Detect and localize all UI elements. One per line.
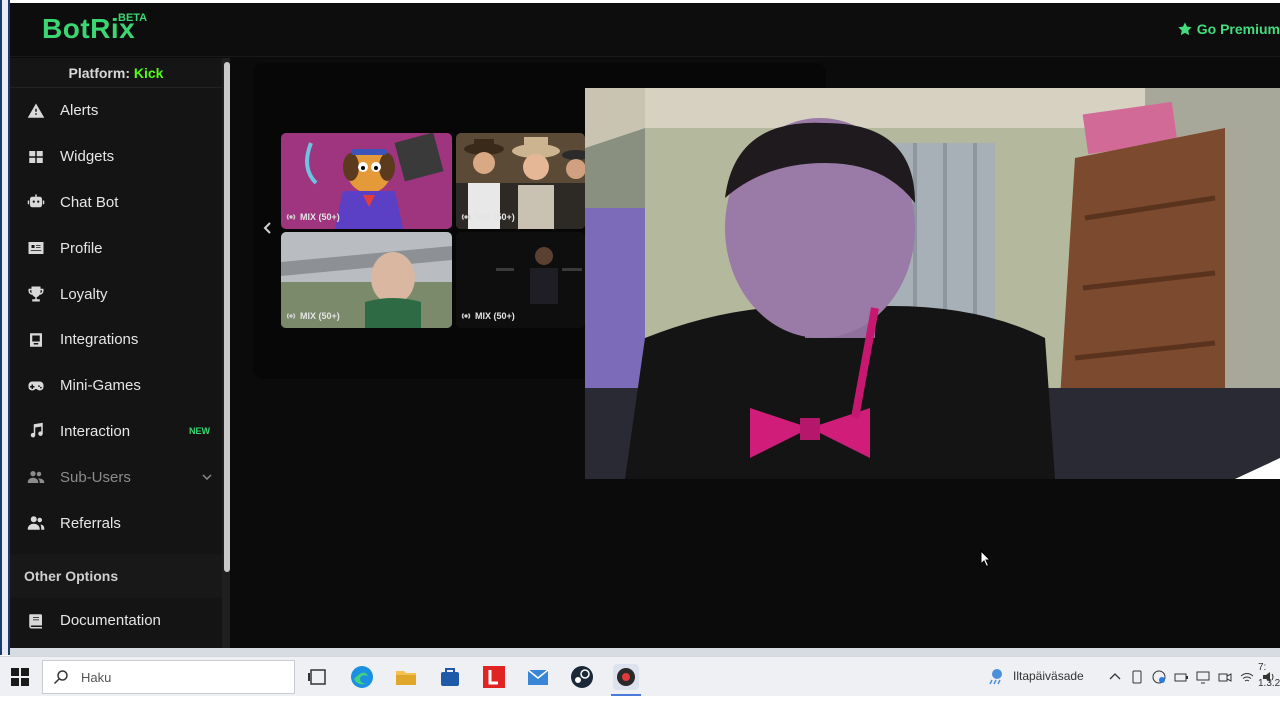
mouse-cursor-icon xyxy=(980,550,992,568)
other-options-title: Other Options xyxy=(10,553,222,598)
media-tile-caption: MIX (50+) xyxy=(281,308,452,324)
sidebar-item-alerts[interactable]: Alerts xyxy=(10,88,222,134)
sidebar-item-sub-users[interactable]: Sub-Users xyxy=(10,454,222,500)
sidebar-item-documentation[interactable]: Documentation xyxy=(10,598,222,644)
go-premium-button[interactable]: Go Premium xyxy=(1177,21,1280,37)
sidebar-item-label: Referrals xyxy=(60,514,121,532)
taskbar-clock[interactable]: 7: 1.3.2 xyxy=(1258,660,1280,692)
broadcast-icon xyxy=(286,313,296,319)
sidebar-item-label: Chat Bot xyxy=(60,193,119,211)
broadcast-icon xyxy=(461,313,471,319)
star-icon xyxy=(1178,22,1192,36)
sidebar-item-integrations[interactable]: Integrations xyxy=(10,317,222,363)
sidebar-item-label: Profile xyxy=(60,239,103,257)
sidebar-item-label: Integrations xyxy=(60,331,139,349)
weather-widget[interactable]: Iltapäiväsade xyxy=(985,666,1084,686)
tile-caption-text: MIX (50+) xyxy=(475,311,515,321)
system-tray xyxy=(1107,669,1277,685)
browser-page: BotRix BETA Go Premium Platform: Kick Al… xyxy=(10,3,1280,648)
outlook-mail-icon[interactable] xyxy=(525,664,551,690)
steam-icon[interactable] xyxy=(569,664,595,690)
file-explorer-icon[interactable] xyxy=(393,664,419,690)
l-app-icon[interactable] xyxy=(481,664,507,690)
sidebar-item-widgets[interactable]: Widgets xyxy=(10,134,222,180)
network-status-icon[interactable] xyxy=(1151,669,1167,685)
scrollbar-thumb[interactable] xyxy=(224,62,230,572)
sidebar-item-interaction[interactable]: Interaction NEW xyxy=(10,409,222,455)
windows-start-icon[interactable] xyxy=(10,667,30,687)
device-icon[interactable] xyxy=(1129,669,1145,685)
sidebar-nav: Alerts Widgets Chat Bot Profile Loyalty … xyxy=(10,88,222,546)
tile-caption-text: MIX (50+) xyxy=(475,212,515,222)
gamepad-icon xyxy=(26,376,46,396)
top-bar: BotRix BETA Go Premium xyxy=(10,3,1280,57)
tile-caption-text: MIX (50+) xyxy=(300,311,340,321)
sidebar-item-referrals[interactable]: Referrals xyxy=(10,500,222,546)
webcam-feed xyxy=(585,88,1280,479)
sidebar-scrollbar[interactable] xyxy=(222,58,230,648)
new-badge: NEW xyxy=(189,426,210,437)
sidebar-item-mini-games[interactable]: Mini-Games xyxy=(10,363,222,409)
id-card-icon xyxy=(26,238,46,258)
sidebar-item-label: Loyalty xyxy=(60,285,108,303)
screen-bottom xyxy=(0,696,1280,720)
sidebar-item-label: Sub-Users xyxy=(60,468,131,486)
tile-caption-text: MIX (50+) xyxy=(300,212,340,222)
sidebar-item-profile[interactable]: Profile xyxy=(10,225,222,271)
sidebar-item-loyalty[interactable]: Loyalty xyxy=(10,271,222,317)
platform-label: Platform: xyxy=(68,65,130,81)
book-icon xyxy=(26,611,46,631)
webcam-overlay xyxy=(585,88,1280,479)
sidebar-item-label: Alerts xyxy=(60,102,99,120)
platform-indicator: Platform: Kick xyxy=(10,58,222,88)
broadcast-icon xyxy=(461,214,471,220)
music-icon xyxy=(26,421,46,441)
search-placeholder: Haku xyxy=(81,669,112,685)
rain-cloud-icon xyxy=(989,669,1002,685)
camera-icon[interactable] xyxy=(1217,669,1233,685)
store-icon[interactable] xyxy=(437,664,463,690)
page-bottom-edge xyxy=(10,648,1280,656)
beta-badge: BETA xyxy=(118,12,148,24)
display-icon[interactable] xyxy=(1195,669,1211,685)
integrations-icon xyxy=(26,330,46,350)
clock-date: 1.3.2 xyxy=(1258,678,1280,689)
platform-value: Kick xyxy=(133,65,164,81)
sidebar-item-label: Interaction xyxy=(60,422,131,440)
warning-icon xyxy=(26,101,46,121)
chevron-down-icon xyxy=(202,474,212,481)
chevron-left-icon xyxy=(263,222,271,234)
sidebar-item-label: Widgets xyxy=(60,148,115,166)
broadcast-icon xyxy=(286,214,296,220)
sidebar-item-label: Mini-Games xyxy=(60,377,141,395)
go-premium-label: Go Premium xyxy=(1196,21,1280,37)
obs-record-icon[interactable] xyxy=(613,664,639,690)
referrals-icon xyxy=(26,513,46,533)
grid-icon xyxy=(26,147,46,167)
robot-icon xyxy=(26,192,46,212)
weather-text: Iltapäiväsade xyxy=(1013,669,1084,683)
battery-icon[interactable] xyxy=(1173,669,1189,685)
users-icon xyxy=(26,467,46,487)
windows-taskbar: Haku Iltapäiväsade 7: 1.3.2 xyxy=(0,656,1280,696)
chevron-up-icon[interactable] xyxy=(1107,669,1123,685)
search-icon xyxy=(53,670,68,685)
sidebar-item-chat-bot[interactable]: Chat Bot xyxy=(10,180,222,226)
sidebar: Platform: Kick Alerts Widgets Chat Bot P… xyxy=(10,58,222,648)
taskbar-search[interactable]: Haku xyxy=(42,660,295,694)
edge-browser-icon[interactable] xyxy=(349,664,375,690)
task-view-icon[interactable] xyxy=(305,664,331,690)
desktop-edge xyxy=(0,0,10,655)
carousel-prev-button[interactable] xyxy=(262,221,274,235)
media-tile-caption: MIX (50+) xyxy=(281,209,452,225)
trophy-icon xyxy=(26,284,46,304)
clock-time: 7: xyxy=(1258,662,1267,673)
sidebar-item-label: Documentation xyxy=(60,612,161,630)
wifi-icon[interactable] xyxy=(1239,669,1255,685)
